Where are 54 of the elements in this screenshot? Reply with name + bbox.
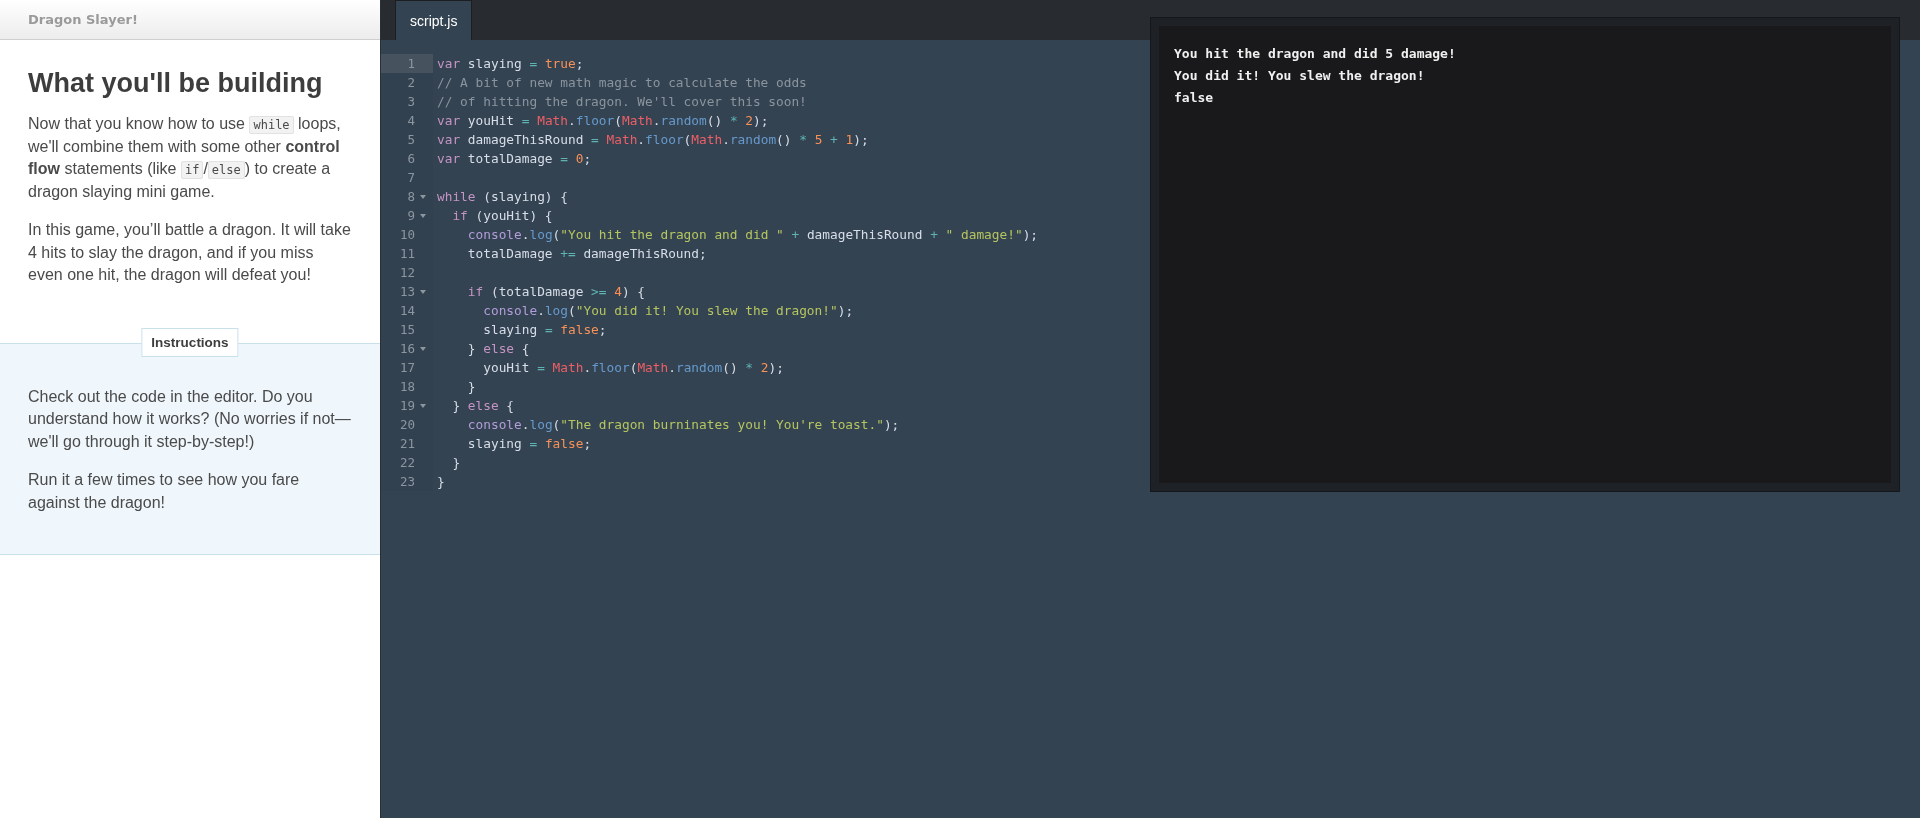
line-number: 5 <box>406 131 416 149</box>
line-number: 16 <box>398 340 416 358</box>
code-line: var damageThisRound = Math.floor(Math.random() * 5 + 1); <box>436 131 869 149</box>
code-line: } else { <box>451 397 515 415</box>
line-number: 6 <box>406 150 416 168</box>
line-number: 3 <box>406 93 416 111</box>
code-line: slaying = false; <box>482 321 607 339</box>
code-line: totalDamage += damageThisRound; <box>466 245 707 263</box>
console-output-line: false <box>1174 89 1215 107</box>
code-line: console.log("The dragon burninates you! You're toast."); <box>466 416 900 434</box>
instruction-paragraph: Check out the code in the editor. Do you understand how it works? (No worries if not—we'll go through it step-by-step!) <box>28 386 352 452</box>
line-number: 2 <box>406 74 416 92</box>
line-number: 12 <box>398 264 416 282</box>
line-number: 8 <box>406 188 416 206</box>
code-line: console.log("You did it! You slew the dragon!"); <box>482 302 854 320</box>
console-output-line: You did it! You slew the dragon! <box>1174 67 1426 85</box>
code-line: } <box>466 378 476 396</box>
code-line: // A bit of new math magic to calculate the odds <box>436 74 807 92</box>
line-number: 20 <box>398 416 416 434</box>
console-output-line: You hit the dragon and did 5 damage! <box>1174 45 1457 63</box>
file-tab[interactable]: script.js <box>395 0 473 40</box>
line-number: 13 <box>398 283 416 301</box>
line-number: 9 <box>406 207 416 225</box>
code-line: var youHit = Math.floor(Math.random() * 2); <box>436 112 769 130</box>
instructions-label: Instructions <box>141 327 239 357</box>
code-line: youHit = Math.floor(Math.random() * 2); <box>482 359 784 377</box>
line-number: 14 <box>398 302 416 320</box>
code-line: console.log("You hit the dragon and did " + damageThisRound + " damage!"); <box>466 226 1039 244</box>
line-number: 7 <box>406 169 416 187</box>
line-number: 21 <box>398 435 416 453</box>
lesson-paragraph: In this game, you’ll battle a dragon. It will take 4 hits to slay the dragon, and if you miss even one hit, the dragon will defeat you! <box>28 220 352 285</box>
code-line: while (slaying) { <box>436 188 568 206</box>
code-line: } <box>451 454 461 472</box>
line-number: 15 <box>398 321 416 339</box>
line-number: 4 <box>406 112 416 130</box>
instruction-paragraph: Run it a few times to see how you fare against the dragon! <box>28 470 301 513</box>
line-number: 1 <box>406 55 416 73</box>
code-line: // of hitting the dragon. We'll cover this soon! <box>436 93 807 111</box>
code-line: if (youHit) { <box>451 207 553 225</box>
lesson-paragraph: Now that you know how to use while loops, we'll combine them with some other control flow statements (like if / else ) to create a dragon slaying mini game. <box>28 114 342 202</box>
code-line: var slaying = true; <box>436 55 584 73</box>
line-number: 17 <box>398 359 416 377</box>
line-number: 23 <box>398 473 416 491</box>
lesson-title: What you'll be building <box>28 68 324 99</box>
code-line: if (totalDamage >= 4) { <box>466 283 646 301</box>
code-line: var totalDamage = 0; <box>436 150 592 168</box>
line-number: 19 <box>398 397 416 415</box>
code-line: } <box>436 473 445 491</box>
line-number: 11 <box>398 245 416 263</box>
line-number: 10 <box>398 226 416 244</box>
code-line: } else { <box>466 340 530 358</box>
line-number: 18 <box>398 378 416 396</box>
line-number: 22 <box>398 454 416 472</box>
code-line: slaying = false; <box>466 435 592 453</box>
